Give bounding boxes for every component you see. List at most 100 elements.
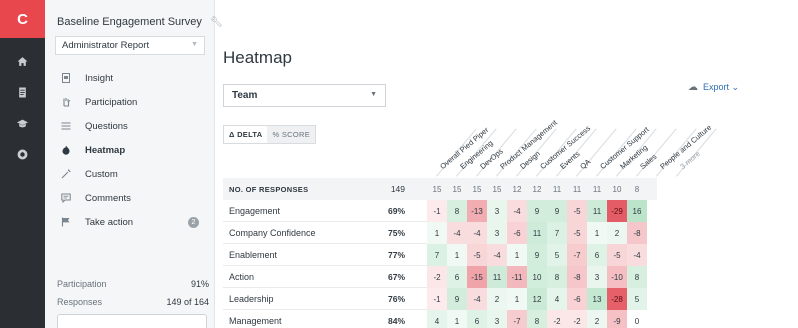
heatmap-cell[interactable]: 8 bbox=[447, 200, 467, 222]
heatmap-cell[interactable]: 12 bbox=[527, 288, 547, 310]
heatmap-cell[interactable]: -2 bbox=[547, 310, 567, 328]
heatmap-cell[interactable]: -4 bbox=[487, 244, 507, 266]
row-score: 76% bbox=[387, 294, 405, 304]
heatmap-cell[interactable]: 9 bbox=[527, 244, 547, 266]
heatmap-cell[interactable]: -8 bbox=[627, 222, 647, 244]
heatmap-cell[interactable]: 13 bbox=[587, 288, 607, 310]
heatmap-cell[interactable]: 3 bbox=[487, 200, 507, 222]
heatmap-cell[interactable]: -10 bbox=[607, 266, 627, 288]
gear-icon[interactable] bbox=[0, 149, 45, 160]
heatmap-cell[interactable]: -9 bbox=[607, 310, 627, 328]
response-count-cell: 8 bbox=[634, 184, 640, 194]
heatmap-cell[interactable]: -29 bbox=[607, 200, 627, 222]
nav-item-insight[interactable]: Insight bbox=[61, 66, 211, 90]
heatmap-cell[interactable]: 2 bbox=[607, 222, 627, 244]
heatmap-cell[interactable]: 4 bbox=[427, 310, 447, 328]
heatmap-cell[interactable]: -13 bbox=[467, 200, 487, 222]
heatmap-cell[interactable]: 1 bbox=[447, 244, 467, 266]
stat-participation: Participation 91% bbox=[57, 275, 209, 293]
home-icon[interactable] bbox=[0, 56, 45, 67]
nav-label: Questions bbox=[85, 120, 128, 132]
stat-label: Participation bbox=[57, 279, 107, 289]
heatmap-cell[interactable]: 8 bbox=[527, 310, 547, 328]
nav-item-custom[interactable]: Custom bbox=[61, 162, 211, 186]
heatmap-cell[interactable]: -5 bbox=[467, 244, 487, 266]
heatmap-cell[interactable]: 8 bbox=[547, 266, 567, 288]
heatmap-cell[interactable]: -4 bbox=[467, 222, 487, 244]
heatmap-cell[interactable]: 6 bbox=[467, 310, 487, 328]
heatmap-cell[interactable]: -15 bbox=[467, 266, 487, 288]
heatmap-cell[interactable]: -5 bbox=[567, 200, 587, 222]
heatmap-cell[interactable]: -4 bbox=[467, 288, 487, 310]
heatmap-cell[interactable]: 4 bbox=[547, 288, 567, 310]
nav-item-take-action[interactable]: Take action 2 bbox=[61, 210, 211, 234]
heatmap-cell[interactable]: 1 bbox=[507, 288, 527, 310]
heatmap-cell[interactable]: 1 bbox=[427, 222, 447, 244]
app-logo[interactable]: C bbox=[0, 0, 45, 38]
heatmap-cell[interactable]: 11 bbox=[487, 266, 507, 288]
heatmap-cell[interactable]: 3 bbox=[487, 310, 507, 328]
heatmap-cell[interactable]: -11 bbox=[507, 266, 527, 288]
insight-icon bbox=[61, 73, 85, 83]
report-select[interactable]: Administrator Report ▼ bbox=[55, 36, 205, 55]
heatmap-cell[interactable]: 2 bbox=[587, 310, 607, 328]
heatmap-cell[interactable]: 3 bbox=[587, 266, 607, 288]
heatmap-cell[interactable]: 9 bbox=[527, 200, 547, 222]
hand-icon bbox=[61, 97, 85, 107]
nav-item-participation[interactable]: Participation bbox=[61, 90, 211, 114]
heatmap-cell[interactable]: -4 bbox=[627, 244, 647, 266]
heatmap-cell[interactable]: -7 bbox=[567, 244, 587, 266]
heatmap-cell[interactable]: 1 bbox=[587, 222, 607, 244]
heatmap-cell[interactable]: -5 bbox=[607, 244, 627, 266]
sidebar-bottom-button[interactable] bbox=[57, 314, 207, 328]
heatmap-cell[interactable]: 1 bbox=[507, 244, 527, 266]
heatmap-cell[interactable]: -1 bbox=[427, 288, 447, 310]
stat-value: 91% bbox=[190, 279, 209, 289]
heatmap-cell[interactable]: -4 bbox=[447, 222, 467, 244]
chevron-down-icon: ▼ bbox=[370, 91, 377, 98]
heatmap-cell[interactable]: -2 bbox=[567, 310, 587, 328]
heatmap-cell[interactable]: 6 bbox=[447, 266, 467, 288]
heatmap-cell[interactable]: 7 bbox=[427, 244, 447, 266]
heatmap-cell[interactable]: -4 bbox=[507, 200, 527, 222]
heatmap-cell[interactable]: 8 bbox=[627, 266, 647, 288]
heatmap-cell[interactable]: 1 bbox=[447, 310, 467, 328]
heatmap-cell[interactable]: -2 bbox=[427, 266, 447, 288]
heatmap-cell[interactable]: 7 bbox=[547, 222, 567, 244]
chevron-down-icon: ▼ bbox=[191, 41, 198, 48]
heatmap-cell[interactable]: -8 bbox=[567, 266, 587, 288]
graduation-cap-icon[interactable] bbox=[0, 118, 45, 129]
heatmap-cell[interactable]: 16 bbox=[627, 200, 647, 222]
heatmap-cell[interactable]: 6 bbox=[587, 244, 607, 266]
heatmap-cell[interactable]: 5 bbox=[627, 288, 647, 310]
heatmap-cell[interactable]: -6 bbox=[567, 288, 587, 310]
heatmap-cell[interactable]: -6 bbox=[507, 222, 527, 244]
row-score: 84% bbox=[387, 316, 405, 326]
stat-label: Responses bbox=[57, 297, 103, 307]
heatmap-cell[interactable]: 0 bbox=[627, 310, 647, 328]
nav-item-questions[interactable]: Questions bbox=[61, 114, 211, 138]
heatmap-cell[interactable]: 10 bbox=[527, 266, 547, 288]
score-toggle-button[interactable]: % SCORE bbox=[267, 126, 315, 143]
response-count-cell: 12 bbox=[512, 184, 522, 194]
heatmap-cell[interactable]: -5 bbox=[567, 222, 587, 244]
heatmap-cell[interactable]: 9 bbox=[547, 200, 567, 222]
heatmap-cell[interactable]: -7 bbox=[507, 310, 527, 328]
heatmap-cell[interactable]: -28 bbox=[607, 288, 627, 310]
response-count-cell: 10 bbox=[612, 184, 622, 194]
heatmap-cell[interactable]: 11 bbox=[527, 222, 547, 244]
team-select[interactable]: Team ▼ bbox=[223, 84, 386, 107]
export-button[interactable]: ☁ Export ⌄ bbox=[688, 82, 739, 93]
heatmap-cell[interactable]: 2 bbox=[487, 288, 507, 310]
heatmap-cell[interactable]: 11 bbox=[587, 200, 607, 222]
nav-label: Heatmap bbox=[85, 144, 126, 156]
heatmap-cell[interactable]: 9 bbox=[447, 288, 467, 310]
heatmap-cell[interactable]: 3 bbox=[487, 222, 507, 244]
report-sidebar: Baseline Engagement Survey 🔧︎ Administra… bbox=[45, 0, 223, 328]
document-icon[interactable] bbox=[0, 87, 45, 98]
delta-toggle-button[interactable]: Δ DELTA bbox=[224, 126, 268, 143]
nav-item-heatmap[interactable]: Heatmap bbox=[61, 138, 211, 162]
heatmap-cell[interactable]: -1 bbox=[427, 200, 447, 222]
nav-item-comments[interactable]: Comments bbox=[61, 186, 211, 210]
heatmap-cell[interactable]: 5 bbox=[547, 244, 567, 266]
